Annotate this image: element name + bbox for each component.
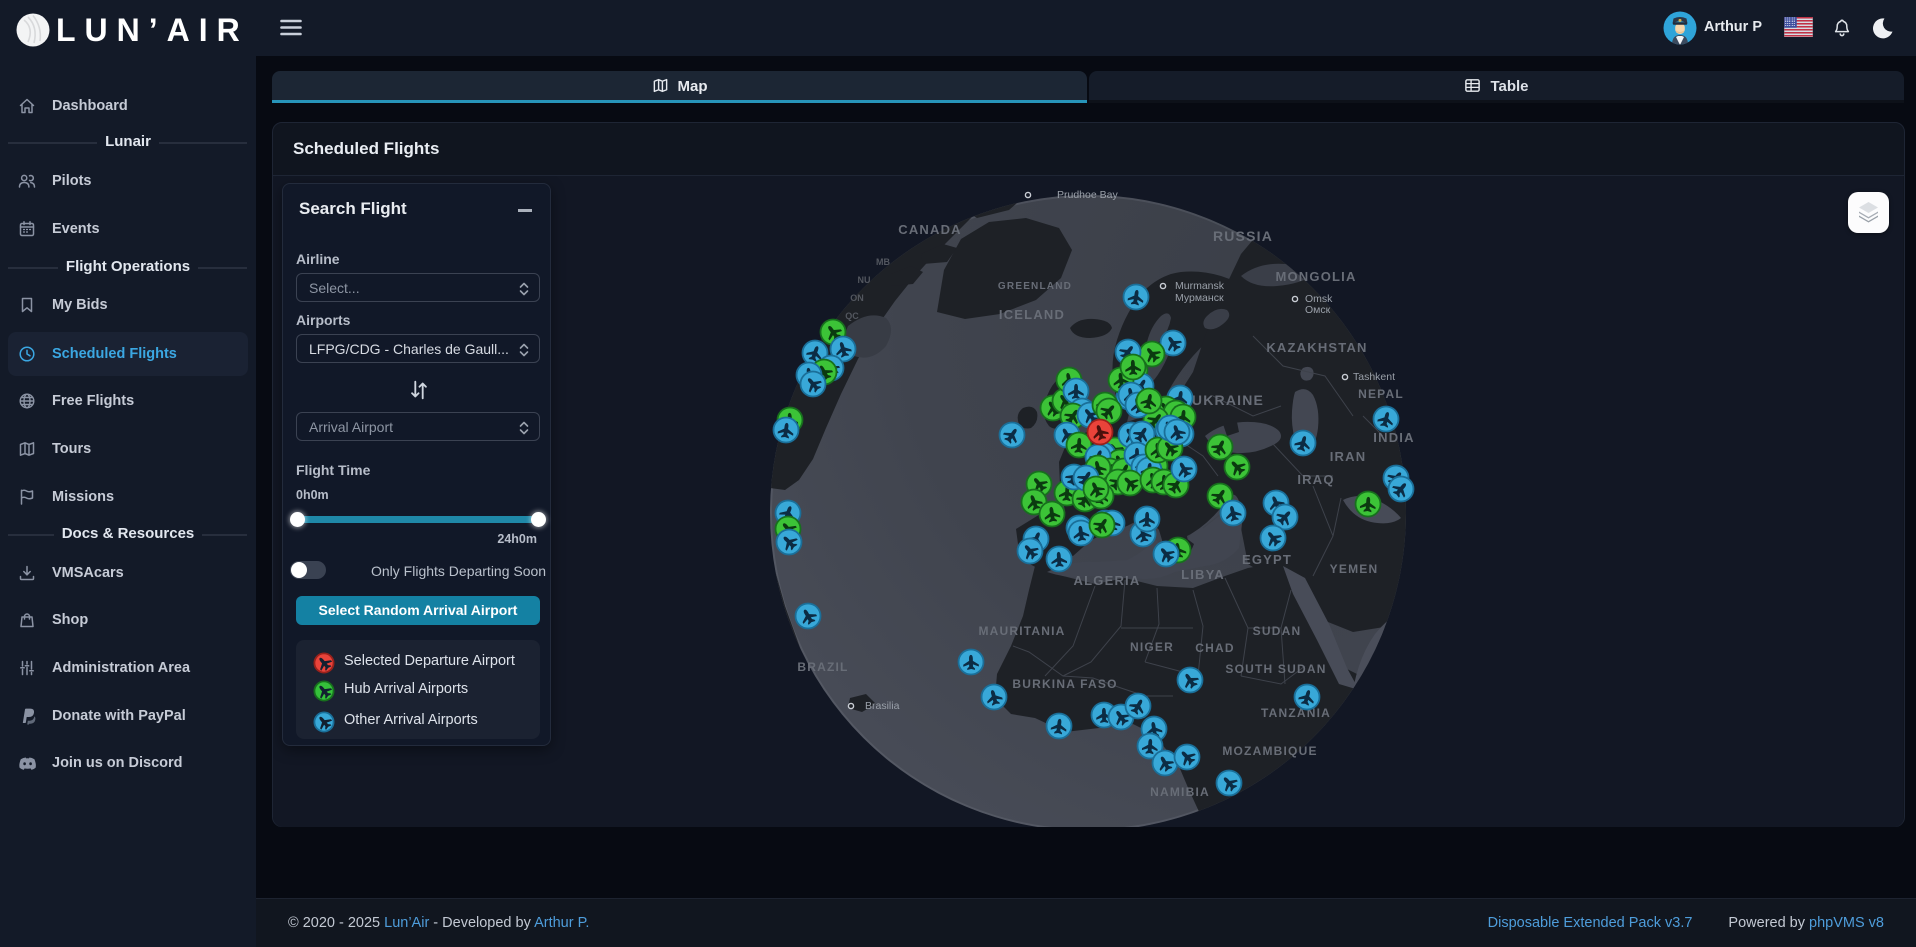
svg-text:GREENLAND: GREENLAND — [998, 281, 1072, 292]
svg-text:LUN’AIR: LUN’AIR — [56, 12, 244, 48]
svg-text:CHAD: CHAD — [1195, 641, 1234, 655]
svg-text:Омск: Омск — [1305, 304, 1331, 316]
svg-text:MONGOLIA: MONGOLIA — [1275, 269, 1356, 284]
svg-text:IRAN: IRAN — [1330, 449, 1367, 464]
svg-text:YEMEN: YEMEN — [1330, 562, 1379, 576]
svg-text:UKRAINE: UKRAINE — [1192, 392, 1264, 408]
svg-text:ALGERIA: ALGERIA — [1074, 573, 1141, 588]
svg-text:MOZAMBIQUE: MOZAMBIQUE — [1222, 744, 1317, 758]
svg-text:Мурманск: Мурманск — [1175, 292, 1224, 304]
svg-text:QC: QC — [845, 311, 859, 321]
svg-text:IRAQ: IRAQ — [1297, 472, 1334, 487]
svg-text:LIBYA: LIBYA — [1181, 567, 1225, 582]
svg-text:CANADA: CANADA — [898, 222, 962, 237]
svg-text:Tashkent: Tashkent — [1353, 371, 1395, 383]
svg-text:SUDAN: SUDAN — [1253, 624, 1302, 638]
svg-text:TANZANIA: TANZANIA — [1261, 706, 1331, 720]
svg-text:NEPAL: NEPAL — [1358, 387, 1404, 401]
svg-text:ON: ON — [850, 293, 864, 303]
svg-text:Murmansk: Murmansk — [1175, 280, 1225, 292]
svg-text:Prudhoe Bay: Prudhoe Bay — [1057, 189, 1118, 201]
svg-text:RUSSIA: RUSSIA — [1213, 228, 1273, 244]
svg-text:MAURITANIA: MAURITANIA — [978, 624, 1065, 638]
svg-text:ICELAND: ICELAND — [999, 307, 1065, 322]
svg-text:NU: NU — [858, 275, 871, 285]
svg-text:SOUTH SUDAN: SOUTH SUDAN — [1225, 662, 1326, 676]
svg-text:EGYPT: EGYPT — [1242, 552, 1292, 567]
svg-text:Brasilia: Brasilia — [865, 700, 900, 712]
svg-text:NAMIBIA: NAMIBIA — [1150, 785, 1210, 799]
svg-text:BURKINA FASO: BURKINA FASO — [1012, 677, 1117, 691]
svg-text:NIGER: NIGER — [1130, 640, 1174, 654]
svg-text:MB: MB — [876, 257, 890, 267]
svg-text:INDIA: INDIA — [1373, 430, 1414, 445]
svg-text:KAZAKHSTAN: KAZAKHSTAN — [1266, 340, 1367, 355]
svg-text:BRAZIL: BRAZIL — [797, 660, 848, 674]
